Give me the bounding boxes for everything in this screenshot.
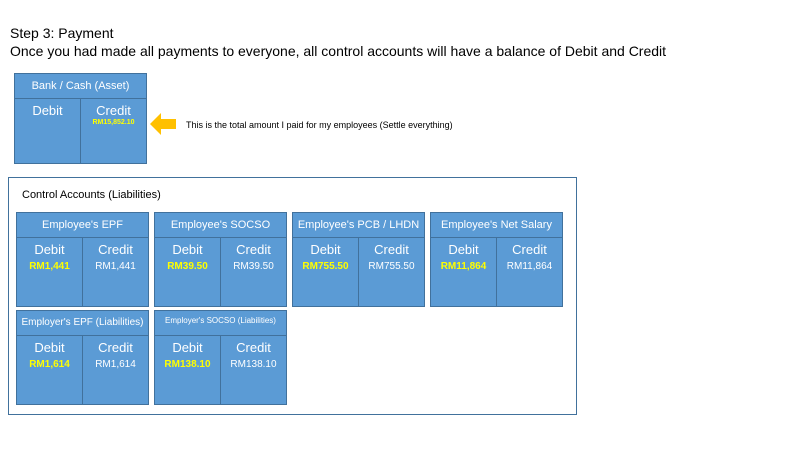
credit-label: Credit <box>512 242 547 257</box>
credit-value: RM39.50 <box>233 261 274 272</box>
credit-value: RM755.50 <box>368 261 415 272</box>
debit-column: Debit <box>15 98 80 163</box>
employer-socso-account: Employer's SOCSO (Liabilities) Debit RM1… <box>154 310 287 405</box>
debit-column: Debit RM138.10 <box>155 335 220 404</box>
debit-label: Debit <box>172 242 203 257</box>
account-title: Employee's PCB / LHDN <box>293 213 424 238</box>
debit-value: RM1,614 <box>29 359 70 370</box>
credit-label: Credit <box>98 340 133 355</box>
credit-column: Credit RM1,441 <box>82 237 148 306</box>
debit-label: Debit <box>448 242 479 257</box>
credit-label: Credit <box>98 242 133 257</box>
debit-value: RM11,864 <box>440 261 487 272</box>
payment-note: This is the total amount I paid for my e… <box>186 120 453 130</box>
credit-value: RM1,614 <box>95 359 136 370</box>
employee-epf-account: Employee's EPF Debit RM1,441 Credit RM1,… <box>16 212 149 307</box>
account-title: Employer's SOCSO (Liabilities) <box>155 311 286 336</box>
credit-value: RM1,441 <box>95 261 136 272</box>
debit-label: Debit <box>172 340 203 355</box>
credit-label: Credit <box>374 242 409 257</box>
debit-value: RM39.50 <box>167 261 208 272</box>
step-title: Step 3: Payment <box>10 25 114 41</box>
credit-column: Credit RM15,852.10 <box>80 98 146 163</box>
account-title: Employee's Net Salary <box>431 213 562 238</box>
credit-label: Credit <box>96 103 131 118</box>
debit-value: RM138.10 <box>164 359 211 370</box>
employee-net-salary-account: Employee's Net Salary Debit RM11,864 Cre… <box>430 212 563 307</box>
credit-label: Credit <box>236 340 271 355</box>
left-arrow-icon <box>150 113 176 135</box>
debit-column: Debit RM755.50 <box>293 237 358 306</box>
employee-pcb-account: Employee's PCB / LHDN Debit RM755.50 Cre… <box>292 212 425 307</box>
account-title: Employee's EPF <box>17 213 148 238</box>
debit-value: RM1,441 <box>29 261 70 272</box>
control-accounts-title: Control Accounts (Liabilities) <box>22 189 161 201</box>
debit-column: Debit RM11,864 <box>431 237 496 306</box>
credit-label: Credit <box>236 242 271 257</box>
employee-socso-account: Employee's SOCSO Debit RM39.50 Credit RM… <box>154 212 287 307</box>
credit-value: RM11,864 <box>506 261 553 272</box>
debit-label: Debit <box>34 340 65 355</box>
step-description: Once you had made all payments to everyo… <box>10 43 667 59</box>
debit-label: Debit <box>34 242 65 257</box>
employer-epf-account: Employer's EPF (Liabilities) Debit RM1,6… <box>16 310 149 405</box>
debit-value: RM755.50 <box>302 261 349 272</box>
credit-column: Credit RM1,614 <box>82 335 148 404</box>
credit-column: Credit RM39.50 <box>220 237 286 306</box>
debit-label: Debit <box>310 242 341 257</box>
credit-value: RM138.10 <box>230 359 277 370</box>
account-title: Employee's SOCSO <box>155 213 286 238</box>
credit-value: RM15,852.10 <box>92 119 135 126</box>
debit-column: Debit RM1,614 <box>17 335 82 404</box>
account-title: Bank / Cash (Asset) <box>15 74 146 99</box>
debit-label: Debit <box>32 103 63 118</box>
credit-column: Credit RM755.50 <box>358 237 424 306</box>
credit-column: Credit RM11,864 <box>496 237 562 306</box>
bank-cash-account: Bank / Cash (Asset) Debit Credit RM15,85… <box>14 73 147 164</box>
debit-column: Debit RM39.50 <box>155 237 220 306</box>
debit-column: Debit RM1,441 <box>17 237 82 306</box>
account-title: Employer's EPF (Liabilities) <box>17 311 148 336</box>
credit-column: Credit RM138.10 <box>220 335 286 404</box>
